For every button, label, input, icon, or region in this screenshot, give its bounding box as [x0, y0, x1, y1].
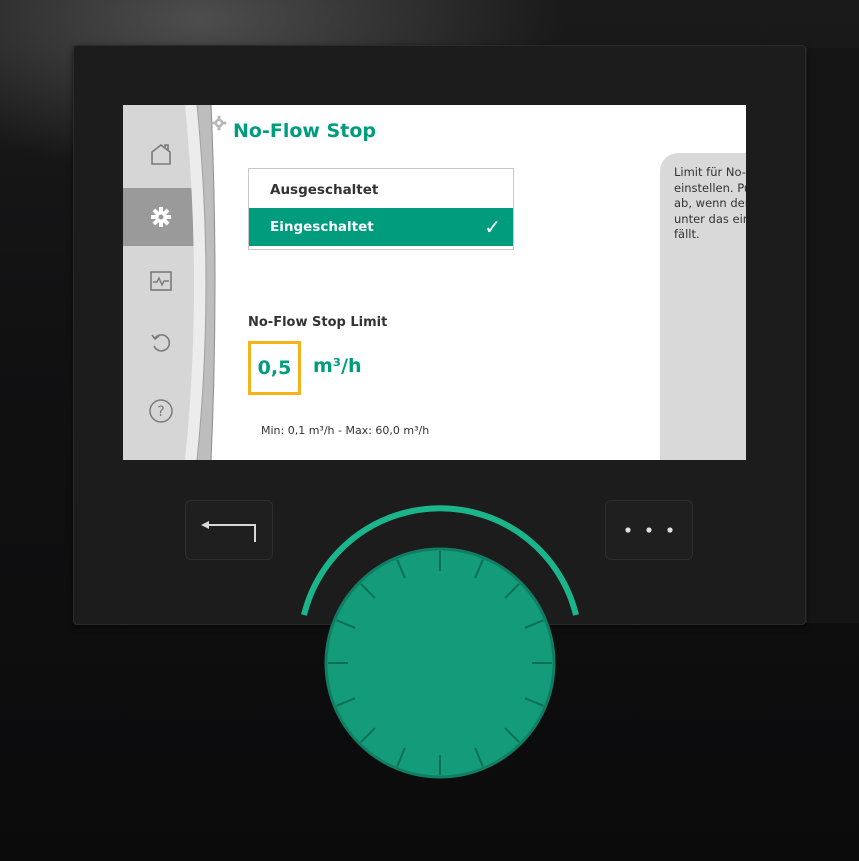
rotary-knob[interactable] [290, 505, 590, 785]
option-on-label: Eingeschaltet [270, 219, 374, 235]
home-icon [150, 143, 171, 165]
option-off[interactable]: Ausgeschaltet [249, 171, 513, 209]
nav-divider-curve [185, 105, 235, 460]
gear-icon [150, 207, 171, 227]
more-dots-icon [625, 527, 673, 533]
help-panel: Limit für No-Flow Stop einstellen. Pumpe… [660, 153, 746, 460]
option-off-label: Ausgeschaltet [270, 182, 379, 198]
help-icon: ? [148, 399, 173, 423]
breadcrumb-gear-icon [211, 115, 227, 131]
option-list: Ausgeschaltet Eingeschaltet ✓ [248, 168, 514, 250]
option-on[interactable]: Eingeschaltet ✓ [249, 208, 513, 246]
display-screen: ? No-Flow Stop Ausgeschaltet Eingeschalt… [123, 105, 746, 460]
undo-icon [150, 334, 170, 352]
help-text: Limit für No-Flow Stop einstellen. Pumpe… [674, 165, 746, 241]
back-button[interactable] [185, 500, 273, 560]
limit-label: No-Flow Stop Limit [248, 315, 388, 330]
more-button[interactable] [605, 500, 693, 560]
limit-value-field[interactable]: 0,5 [248, 341, 301, 395]
page-title: No-Flow Stop [233, 120, 376, 142]
checkmark-icon: ✓ [484, 215, 501, 239]
back-arrow-icon [201, 521, 256, 542]
limit-unit: m³/h [313, 355, 362, 377]
range-text: Min: 0,1 m³/h - Max: 60,0 m³/h [261, 424, 430, 437]
svg-text:?: ? [157, 404, 164, 420]
monitor-icon [149, 271, 172, 291]
main-content: No-Flow Stop Ausgeschaltet Eingeschaltet… [231, 105, 746, 460]
adjacent-housing [806, 48, 859, 623]
